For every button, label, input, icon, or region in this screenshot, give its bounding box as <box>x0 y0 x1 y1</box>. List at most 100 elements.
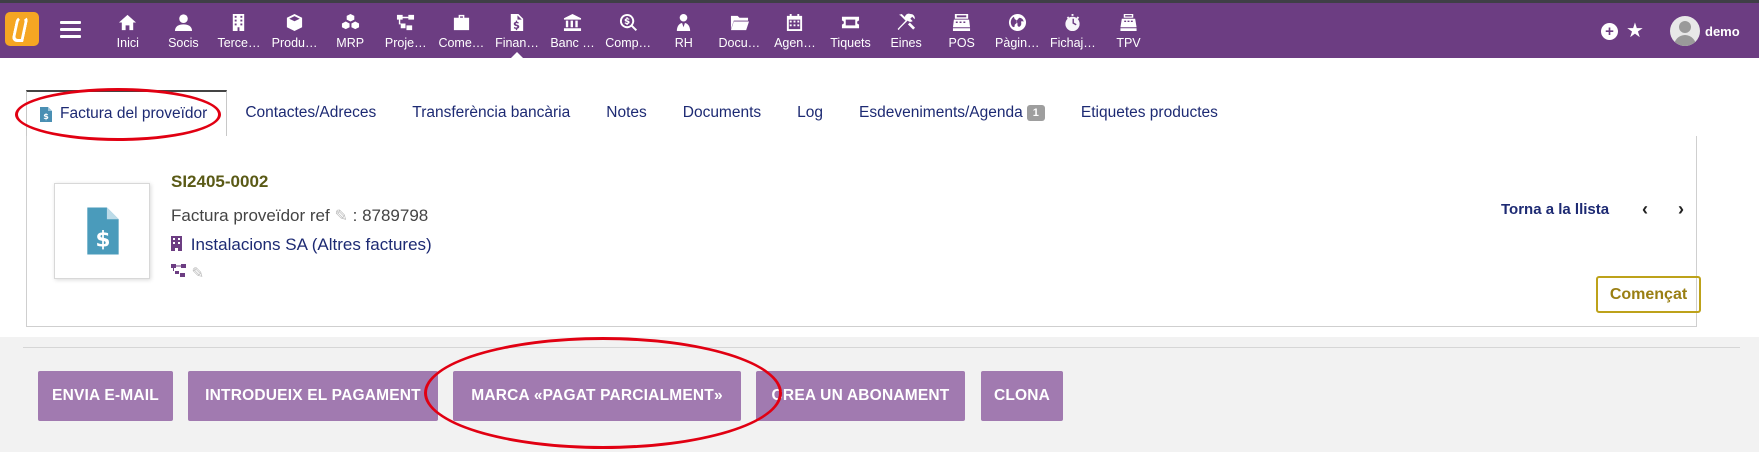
tab-etiquetes-productes[interactable]: Etiquetes productes <box>1063 90 1236 136</box>
create-credit-note-button[interactable]: CREA UN ABONAMENT <box>756 371 965 421</box>
invoice-card <box>26 136 1697 327</box>
home-icon <box>100 11 156 33</box>
menu-item-banc[interactable]: Banc … <box>545 3 601 58</box>
thirdparty-category-link[interactable]: (Altres factures) <box>312 235 432 254</box>
invoice-document-icon: $ <box>87 207 119 255</box>
menu-item-label: Produ… <box>271 36 318 50</box>
tab-documents[interactable]: Documents <box>665 90 779 136</box>
tab-notes[interactable]: Notes <box>588 90 665 136</box>
pencil-icon[interactable]: ✎ <box>334 208 347 225</box>
menu-item-label: POS <box>948 36 975 50</box>
menu-item-label: Finan… <box>495 36 539 50</box>
thirdparty-link[interactable]: Instalacions SA <box>191 235 307 254</box>
hamburger-menu-icon[interactable] <box>60 21 81 38</box>
menu-item-label: Socis <box>168 36 199 50</box>
main-menu: Inici Socis Terce… Produ… MRP Proje… Com… <box>100 3 1156 58</box>
tab-label: Esdeveniments/Agenda <box>859 104 1023 121</box>
project-line: ✎ <box>171 264 204 283</box>
tab-factura-proveidor[interactable]: $ Factura del proveïdor <box>26 90 228 136</box>
back-to-list-link[interactable]: Torna a la llista <box>1501 201 1609 218</box>
menu-item-financera[interactable]: Finan… <box>489 3 545 58</box>
search-dollar-icon <box>600 11 656 33</box>
supplier-ref-line: Factura proveïdor ref ✎ : 8789798 <box>171 206 428 226</box>
pencil-icon[interactable]: ✎ <box>191 265 204 282</box>
menu-item-inici[interactable]: Inici <box>100 3 156 58</box>
menu-item-socis[interactable]: Socis <box>156 3 212 58</box>
tab-esdeveniments-agenda[interactable]: Esdeveniments/Agenda 1 <box>841 90 1063 136</box>
tab-label: Factura del proveïdor <box>60 105 208 122</box>
tab-label: Log <box>797 104 824 121</box>
send-email-button[interactable]: ENVIA E-MAIL <box>38 371 173 421</box>
thirdparty-line: Instalacions SA (Altres factures) <box>171 235 432 255</box>
folder-icon <box>712 11 768 33</box>
clone-button[interactable]: CLONA <box>981 371 1063 421</box>
menu-item-label: TPV <box>1116 36 1141 50</box>
ticket-icon <box>823 11 879 33</box>
tab-transferencia-bancaria[interactable]: Transferència bancària <box>394 90 588 136</box>
bookmark-star-icon[interactable]: ★ <box>1626 18 1644 43</box>
menu-item-comercial[interactable]: Come… <box>434 3 490 58</box>
bank-icon <box>545 11 601 33</box>
menu-item-label: Terce… <box>217 36 261 50</box>
supplier-invoice-icon: $ <box>40 106 52 122</box>
pos-terminal-icon <box>1101 11 1157 33</box>
menu-item-pagines[interactable]: Pàgin… <box>990 3 1046 58</box>
building-icon <box>171 236 182 251</box>
file-invoice-icon <box>489 11 545 33</box>
card-tabs: $ Factura del proveïdor Contactes/Adrece… <box>26 90 1236 136</box>
menu-item-agenda[interactable]: Agen… <box>767 3 823 58</box>
tab-label: Notes <box>606 104 647 121</box>
user-tie-icon <box>656 11 712 33</box>
tab-contactes-adreces[interactable]: Contactes/Adreces <box>227 90 394 136</box>
menu-item-label: Tiquets <box>830 36 871 50</box>
mark-partially-paid-button[interactable]: MARCA «PAGAT PARCIALMENT» <box>453 371 741 421</box>
menu-item-tiquets[interactable]: Tiquets <box>823 3 879 58</box>
menu-item-mrp[interactable]: MRP <box>322 3 378 58</box>
menu-item-label: Eines <box>890 36 922 50</box>
tab-badge: 1 <box>1026 105 1045 121</box>
enter-payment-button[interactable]: INTRODUEIX EL PAGAMENT <box>188 371 438 421</box>
menu-item-rh[interactable]: RH <box>656 3 712 58</box>
menu-item-label: MRP <box>336 36 365 50</box>
project-sitemap-icon <box>171 264 187 278</box>
briefcase-icon <box>434 11 490 33</box>
menu-item-fichaje[interactable]: Fichaj… <box>1045 3 1101 58</box>
svg-text:$: $ <box>43 112 49 121</box>
invoice-thumbnail: $ <box>54 183 150 279</box>
clock-icon <box>1045 11 1101 33</box>
actions-top-gap <box>0 327 1759 337</box>
menu-item-tercers[interactable]: Terce… <box>211 3 267 58</box>
app-logo-icon[interactable] <box>5 12 39 46</box>
quick-add-icon[interactable]: + <box>1601 23 1618 40</box>
menu-item-documents[interactable]: Docu… <box>712 3 768 58</box>
menu-item-tpv[interactable]: TPV <box>1101 3 1157 58</box>
menu-item-eines[interactable]: Eines <box>878 3 934 58</box>
globe-icon <box>990 11 1046 33</box>
svg-text:$: $ <box>95 228 110 253</box>
actions-divider <box>23 347 1740 348</box>
tab-label: Etiquetes productes <box>1080 104 1218 121</box>
calendar-icon <box>767 11 823 33</box>
menu-item-productes[interactable]: Produ… <box>267 3 323 58</box>
cubes-icon <box>322 11 378 33</box>
user-avatar[interactable] <box>1670 16 1700 46</box>
tools-icon <box>878 11 934 33</box>
chevron-right-icon[interactable]: › <box>1678 199 1684 220</box>
menu-item-label: Come… <box>438 36 485 50</box>
menu-item-label: Banc … <box>550 36 595 50</box>
building-icon <box>211 11 267 33</box>
menu-item-projectes[interactable]: Proje… <box>378 3 434 58</box>
menu-item-label: Agen… <box>774 36 816 50</box>
cash-register-icon <box>934 11 990 33</box>
chevron-left-icon[interactable]: ‹ <box>1642 199 1648 220</box>
top-navigation-bar: Inici Socis Terce… Produ… MRP Proje… Com… <box>0 3 1759 58</box>
tab-log[interactable]: Log <box>779 90 841 136</box>
menu-item-label: Comp… <box>605 36 652 50</box>
tab-label: Contactes/Adreces <box>245 104 377 121</box>
menu-item-comptabilitat[interactable]: Comp… <box>600 3 656 58</box>
menu-item-label: Pàgin… <box>995 36 1040 50</box>
user-name[interactable]: demo <box>1705 24 1740 39</box>
menu-item-label: Fichaj… <box>1049 36 1096 50</box>
menu-item-pos[interactable]: POS <box>934 3 990 58</box>
menu-item-label: RH <box>674 36 693 50</box>
